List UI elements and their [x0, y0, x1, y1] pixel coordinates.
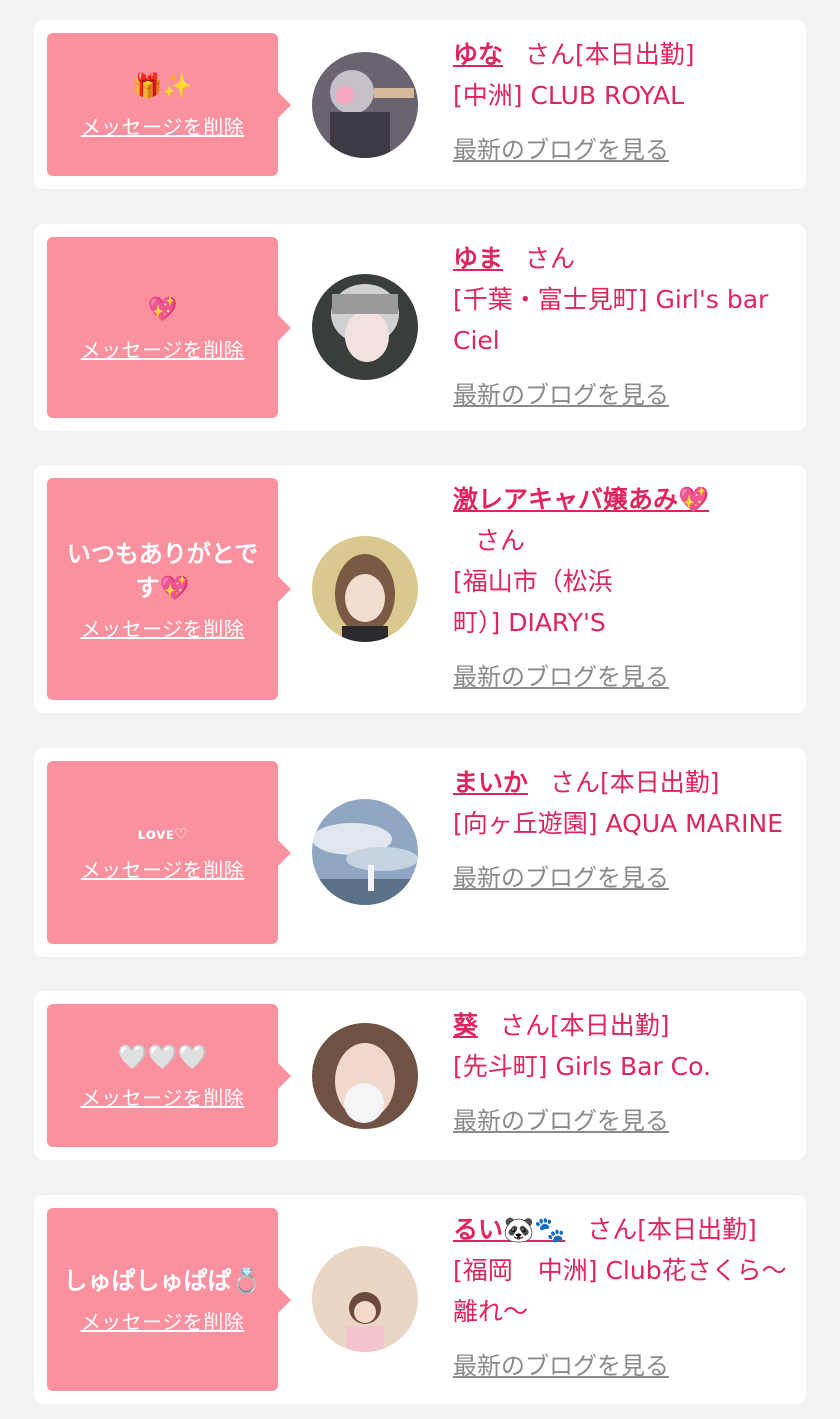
shop-name: [福岡 中洲] Club花さくら〜離れ〜 [453, 1256, 787, 1326]
latest-blog-link[interactable]: 最新のブログを見る [453, 130, 669, 171]
message-card: いつもありがとです💖 メッセージを削除 激レアキャバ嬢あみ💖 さん [福山市（松浜… [34, 465, 806, 713]
message-bubble: いつもありがとです💖 メッセージを削除 [47, 478, 291, 700]
honorific: さん [475, 526, 526, 555]
cast-name-link[interactable]: るい🐼🐾 [453, 1215, 565, 1244]
message-bubble: ʟᴏᴠᴇ♡ メッセージを削除 [47, 761, 291, 944]
latest-blog-link[interactable]: 最新のブログを見る [453, 858, 669, 899]
avatar-photo-icon [312, 536, 418, 642]
shop-name: [千葉・富士見町] Girl's bar Ciel [453, 285, 769, 355]
card-info: ゆま さん [千葉・富士見町] Girl's bar Ciel 最新のブログを見る [453, 238, 792, 416]
message-card: ʟᴏᴠᴇ♡ メッセージを削除 まいか さん[本日出勤] [向ヶ丘遊園] AQUA … [34, 748, 806, 957]
status-label: [本日出勤] [600, 768, 720, 797]
cast-name-link[interactable]: ゆま [453, 244, 503, 273]
avatar[interactable] [312, 799, 418, 905]
avatar-photo-icon [312, 799, 418, 905]
message-text: ʟᴏᴠᴇ♡ [137, 825, 188, 843]
card-info: 激レアキャバ嬢あみ💖 さん [福山市（松浜町）] DIARY'S 最新のブログを見… [453, 479, 748, 698]
message-list: 🎁✨ メッセージを削除 ゆな さん[本日出勤] [中洲] CLUB ROYAL 最… [0, 0, 840, 1419]
message-bubble: しゅぱしゅぱぱ💍 メッセージを削除 [47, 1208, 291, 1391]
message-bubble: 🎁✨ メッセージを削除 [47, 33, 291, 176]
message-card: 🤍🤍🤍 メッセージを削除 葵さん[本日出勤] [先斗町] Girls Bar C… [34, 991, 806, 1160]
cast-name-link[interactable]: 葵 [453, 1011, 478, 1040]
status-label: [本日出勤] [550, 1011, 670, 1040]
card-info: まいか さん[本日出勤] [向ヶ丘遊園] AQUA MARINE 最新のブログを見… [453, 762, 792, 899]
latest-blog-link[interactable]: 最新のブログを見る [453, 657, 669, 698]
card-info: ゆな さん[本日出勤] [中洲] CLUB ROYAL 最新のブログを見る [453, 34, 792, 171]
message-card: 🎁✨ メッセージを削除 ゆな さん[本日出勤] [中洲] CLUB ROYAL 最… [34, 20, 806, 189]
avatar[interactable] [312, 1023, 418, 1129]
avatar-photo-icon [312, 1023, 418, 1129]
message-text: 💖 [147, 295, 178, 323]
message-text: 🤍🤍🤍 [117, 1043, 208, 1071]
card-info: るい🐼🐾 さん[本日出勤] [福岡 中洲] Club花さくら〜離れ〜 最新のブログ… [453, 1209, 792, 1387]
delete-message-link[interactable]: メッセージを削除 [81, 854, 245, 883]
latest-blog-link[interactable]: 最新のブログを見る [453, 1346, 669, 1387]
delete-message-link[interactable]: メッセージを削除 [81, 613, 245, 642]
message-text: いつもありがとです💖 [66, 539, 259, 602]
delete-message-link[interactable]: メッセージを削除 [81, 1306, 245, 1335]
delete-message-link[interactable]: メッセージを削除 [81, 334, 245, 363]
message-bubble: 🤍🤍🤍 メッセージを削除 [47, 1004, 291, 1147]
shop-name: [福山市（松浜町）] DIARY'S [453, 567, 613, 637]
cast-name-link[interactable]: ゆな [453, 40, 503, 69]
avatar[interactable] [312, 536, 418, 642]
avatar[interactable] [312, 274, 418, 380]
delete-message-link[interactable]: メッセージを削除 [81, 1082, 245, 1111]
message-text: しゅぱしゅぱぱ💍 [63, 1267, 262, 1295]
message-card: しゅぱしゅぱぱ💍 メッセージを削除 るい🐼🐾 さん[本日出勤] [福岡 中洲] C… [34, 1195, 806, 1404]
honorific: さん [550, 768, 601, 797]
avatar[interactable] [312, 1246, 418, 1352]
latest-blog-link[interactable]: 最新のブログを見る [453, 1101, 669, 1142]
honorific: さん [525, 40, 576, 69]
status-label: [本日出勤] [575, 40, 695, 69]
honorific: さん [500, 1011, 551, 1040]
honorific: さん [587, 1215, 638, 1244]
latest-blog-link[interactable]: 最新のブログを見る [453, 375, 669, 416]
card-info: 葵さん[本日出勤] [先斗町] Girls Bar Co. 最新のブログを見る [453, 1005, 792, 1142]
message-card: 💖 メッセージを削除 ゆま さん [千葉・富士見町] Girl's bar Cie… [34, 224, 806, 431]
status-label: [本日出勤] [637, 1215, 757, 1244]
cast-name-link[interactable]: まいか [453, 768, 528, 797]
message-bubble: 💖 メッセージを削除 [47, 237, 291, 418]
cast-name-link[interactable]: 激レアキャバ嬢あみ💖 [453, 485, 709, 514]
shop-name: [先斗町] Girls Bar Co. [453, 1052, 711, 1081]
delete-message-link[interactable]: メッセージを削除 [81, 111, 245, 140]
shop-name: [中洲] CLUB ROYAL [453, 81, 685, 110]
honorific: さん [525, 244, 576, 273]
message-text: 🎁✨ [132, 72, 193, 100]
avatar-photo-icon [312, 1246, 418, 1352]
avatar-photo-icon [312, 52, 418, 158]
avatar[interactable] [312, 52, 418, 158]
shop-name: [向ヶ丘遊園] AQUA MARINE [453, 809, 784, 838]
avatar-photo-icon [312, 274, 418, 380]
